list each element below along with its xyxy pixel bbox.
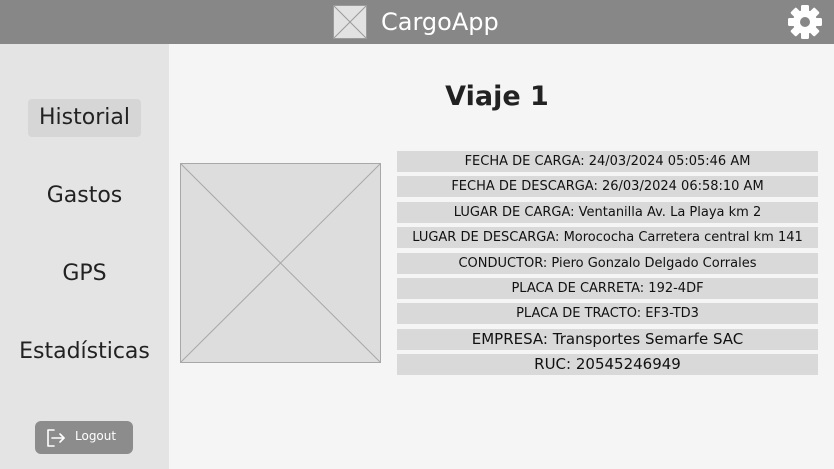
sidebar-item-estadisticas[interactable]: Estadísticas [0, 333, 169, 371]
sidebar-item-label: Historial [28, 99, 141, 137]
detail-lugar-descarga: LUGAR DE DESCARGA: Morococha Carretera c… [397, 227, 818, 249]
app-logo-icon [333, 5, 367, 39]
trip-details: FECHA DE CARGA: 24/03/2024 05:05:46 AM F… [397, 151, 818, 380]
detail-fecha-carga: FECHA DE CARGA: 24/03/2024 05:05:46 AM [397, 151, 818, 172]
page-title: Viaje 1 [445, 81, 549, 112]
logout-label: Logout [75, 429, 117, 443]
image-placeholder-icon [180, 163, 381, 363]
sidebar-item-gastos[interactable]: Gastos [0, 177, 169, 215]
app-title: CargoApp [381, 8, 499, 36]
sidebar: Historial Gastos GPS Estadísticas Logout [0, 44, 169, 469]
sidebar-item-gps[interactable]: GPS [0, 255, 169, 293]
detail-placa-tracto: PLACA DE TRACTO: EF3-TD3 [397, 303, 818, 325]
detail-lugar-carga: LUGAR DE CARGA: Ventanilla Av. La Playa … [397, 201, 818, 223]
detail-placa-carreta: PLACA DE CARRETA: 192-4DF [397, 277, 818, 299]
logout-icon [46, 428, 66, 448]
sidebar-item-label: GPS [62, 261, 107, 286]
top-bar: CargoApp [0, 0, 834, 44]
detail-ruc: RUC: 20545246949 [397, 354, 818, 376]
detail-fecha-descarga: FECHA DE DESCARGA: 26/03/2024 06:58:10 A… [397, 176, 818, 198]
gear-icon[interactable] [786, 3, 824, 41]
detail-conductor: CONDUCTOR: Piero Gonzalo Delgado Corrale… [397, 252, 818, 274]
sidebar-item-historial[interactable]: Historial [0, 99, 169, 137]
sidebar-item-label: Gastos [46, 183, 123, 208]
logout-button[interactable]: Logout [35, 421, 133, 454]
detail-empresa: EMPRESA: Transportes Semarfe SAC [397, 328, 818, 350]
sidebar-item-label: Estadísticas [19, 339, 150, 364]
